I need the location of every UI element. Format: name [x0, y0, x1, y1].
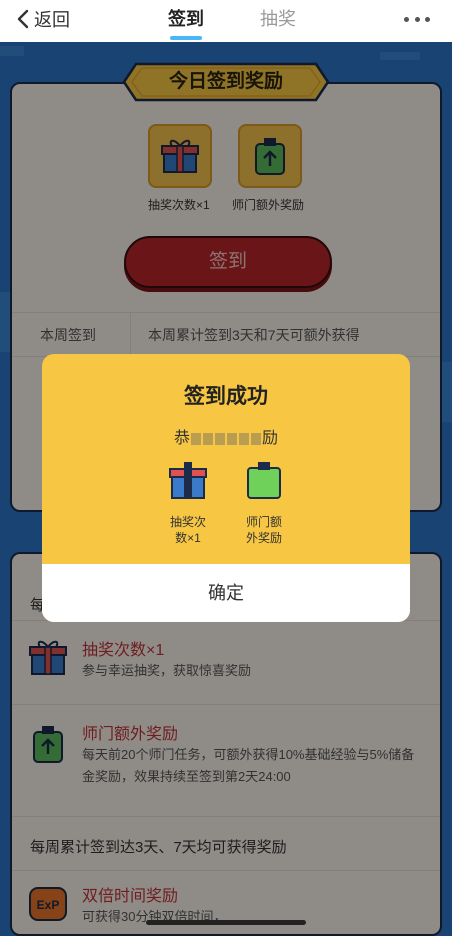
green-bag-icon [247, 462, 281, 499]
home-indicator [146, 920, 306, 925]
dialog-subtitle-start: 恭 [173, 430, 190, 447]
active-tab-indicator [170, 36, 202, 40]
dialog-reward-label-lottery: 抽奖次 数×1 [169, 515, 206, 545]
tab-signin[interactable]: 签到 [168, 6, 204, 32]
more-dot-icon [414, 16, 420, 22]
more-dot-icon [404, 16, 409, 22]
top-nav: 返回 签到 抽奖 [0, 0, 452, 42]
back-label: 返回 [34, 10, 70, 30]
confirm-button[interactable]: 确定 [42, 564, 410, 622]
dialog-title: 签到成功 [184, 385, 268, 408]
tab-lottery[interactable]: 抽奖 [260, 6, 296, 32]
dialog-reward-label-mentor: 师门额 外奖励 [245, 515, 282, 545]
gift-icon [169, 462, 207, 499]
back-button[interactable]: 返回 [16, 6, 70, 32]
pixelated-text [215, 432, 225, 445]
dialog-subtitle-end: 励 [262, 430, 279, 447]
pixelated-text [203, 432, 213, 445]
dialog-subtitle: 恭励 [42, 424, 410, 448]
pixelated-text [251, 432, 261, 445]
pixelated-text [191, 432, 201, 445]
pixelated-text [239, 432, 249, 445]
more-dot-icon [425, 16, 430, 22]
chevron-left-icon [17, 9, 29, 29]
more-button[interactable] [404, 10, 430, 28]
pixelated-text [227, 432, 237, 445]
signin-success-dialog: 签到成功 恭励 抽奖次 数×1 师门额 外奖励 确定 [42, 354, 410, 622]
